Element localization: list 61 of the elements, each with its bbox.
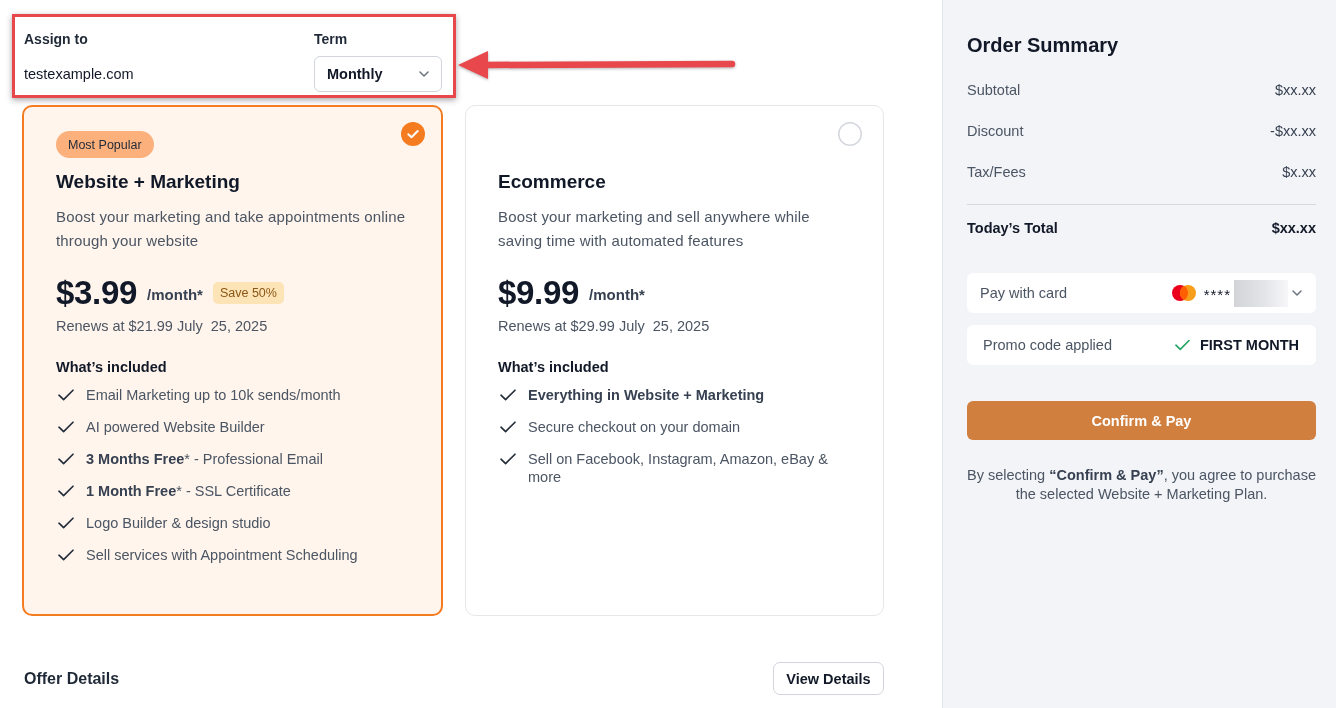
- plan-card[interactable]: [22, 105, 443, 616]
- renewal-text: Renews at $21.99 July 25, 2025: [56, 317, 269, 336]
- included-heading: What’s included: [56, 358, 168, 377]
- summary-label: Subtotal: [967, 81, 1021, 100]
- check-icon: [58, 389, 74, 401]
- check-icon: [1174, 339, 1190, 351]
- check-circle-icon[interactable]: [401, 122, 425, 146]
- feature-text: 1 Month Free* - SSL Certificate: [86, 482, 291, 500]
- summary-value: $xx.xx: [1274, 81, 1316, 100]
- domain-text: testexample.com: [24, 65, 135, 84]
- feature-text: 3 Months Free* - Professional Email: [86, 450, 323, 468]
- check-icon: [58, 453, 74, 465]
- plan-price: $9.99: [498, 274, 580, 312]
- offer-details-title: Offer Details: [23, 668, 120, 689]
- feature-text: Email Marketing up to 10k sends/month: [86, 386, 341, 404]
- caret-icon: [419, 71, 429, 77]
- feature-text: AI powered Website Builder: [86, 418, 265, 436]
- summary-value: $x.xx: [1282, 163, 1316, 182]
- promo-label: Promo code applied: [983, 337, 1112, 353]
- total-value: $xx.xx: [1271, 219, 1316, 238]
- check-icon: [58, 549, 74, 561]
- feature-text: Secure checkout on your domain: [528, 418, 740, 436]
- redacted-block: [1234, 279, 1288, 307]
- total-label: Today’s Total: [967, 219, 1058, 238]
- check-icon: [58, 517, 74, 529]
- included-heading: What’s included: [498, 358, 610, 377]
- price-period: /month*: [147, 284, 203, 303]
- feature-text: Sell on Facebook, Instagram, Amazon, eBay & more: [528, 450, 829, 486]
- payment-label: Pay with card: [980, 285, 1068, 301]
- check-icon: [58, 421, 74, 433]
- popular-badge: Most Popular: [56, 131, 154, 158]
- plan-title: Website + Marketing: [56, 170, 241, 194]
- caret-icon: [1292, 290, 1302, 296]
- check-icon: [500, 453, 516, 465]
- feature-text: Everything in Website + Marketing: [528, 386, 765, 404]
- terms-text: By selecting “Confirm & Pay”, you agree to purchase the selected Website + Marketing Plan.: [966, 466, 1317, 504]
- discount-badge: Save 50%: [212, 282, 284, 304]
- summary-label: Tax/Fees: [967, 163, 1026, 182]
- card-logo-icon: [1171, 285, 1196, 301]
- plan-title: Ecommerce: [498, 170, 607, 194]
- plan-description: Boost your marketing and take appointments online through your website: [56, 207, 407, 251]
- plan-price: $3.99: [56, 274, 138, 312]
- price-period: /month*: [589, 284, 645, 303]
- payment-select[interactable]: Pay with card ****: [967, 273, 1316, 313]
- term-select[interactable]: Monthly: [314, 56, 442, 92]
- feature-text: Logo Builder & design studio: [86, 514, 271, 532]
- term-label: Term: [314, 30, 349, 48]
- feature-text: Sell services with Appointment Scheduling: [86, 546, 358, 564]
- plan-description: Boost your marketing and sell anywhere while saving time with automated features: [498, 207, 811, 251]
- view-details-button[interactable]: View Details: [773, 662, 884, 695]
- summary-value: -$xx.xx: [1270, 122, 1316, 141]
- order-summary-title: Order Summary: [967, 33, 1120, 58]
- check-icon: [58, 485, 74, 497]
- radio-circle-icon[interactable]: [838, 122, 862, 146]
- card-number-mask: ****: [1203, 285, 1231, 303]
- promo-code: FIRST MONTH: [1199, 337, 1299, 353]
- check-icon: [500, 421, 516, 433]
- check-icon: [500, 389, 516, 401]
- assign-label: Assign to: [24, 30, 89, 48]
- renewal-text: Renews at $29.99 July 25, 2025: [498, 317, 711, 336]
- summary-label: Discount: [967, 122, 1024, 141]
